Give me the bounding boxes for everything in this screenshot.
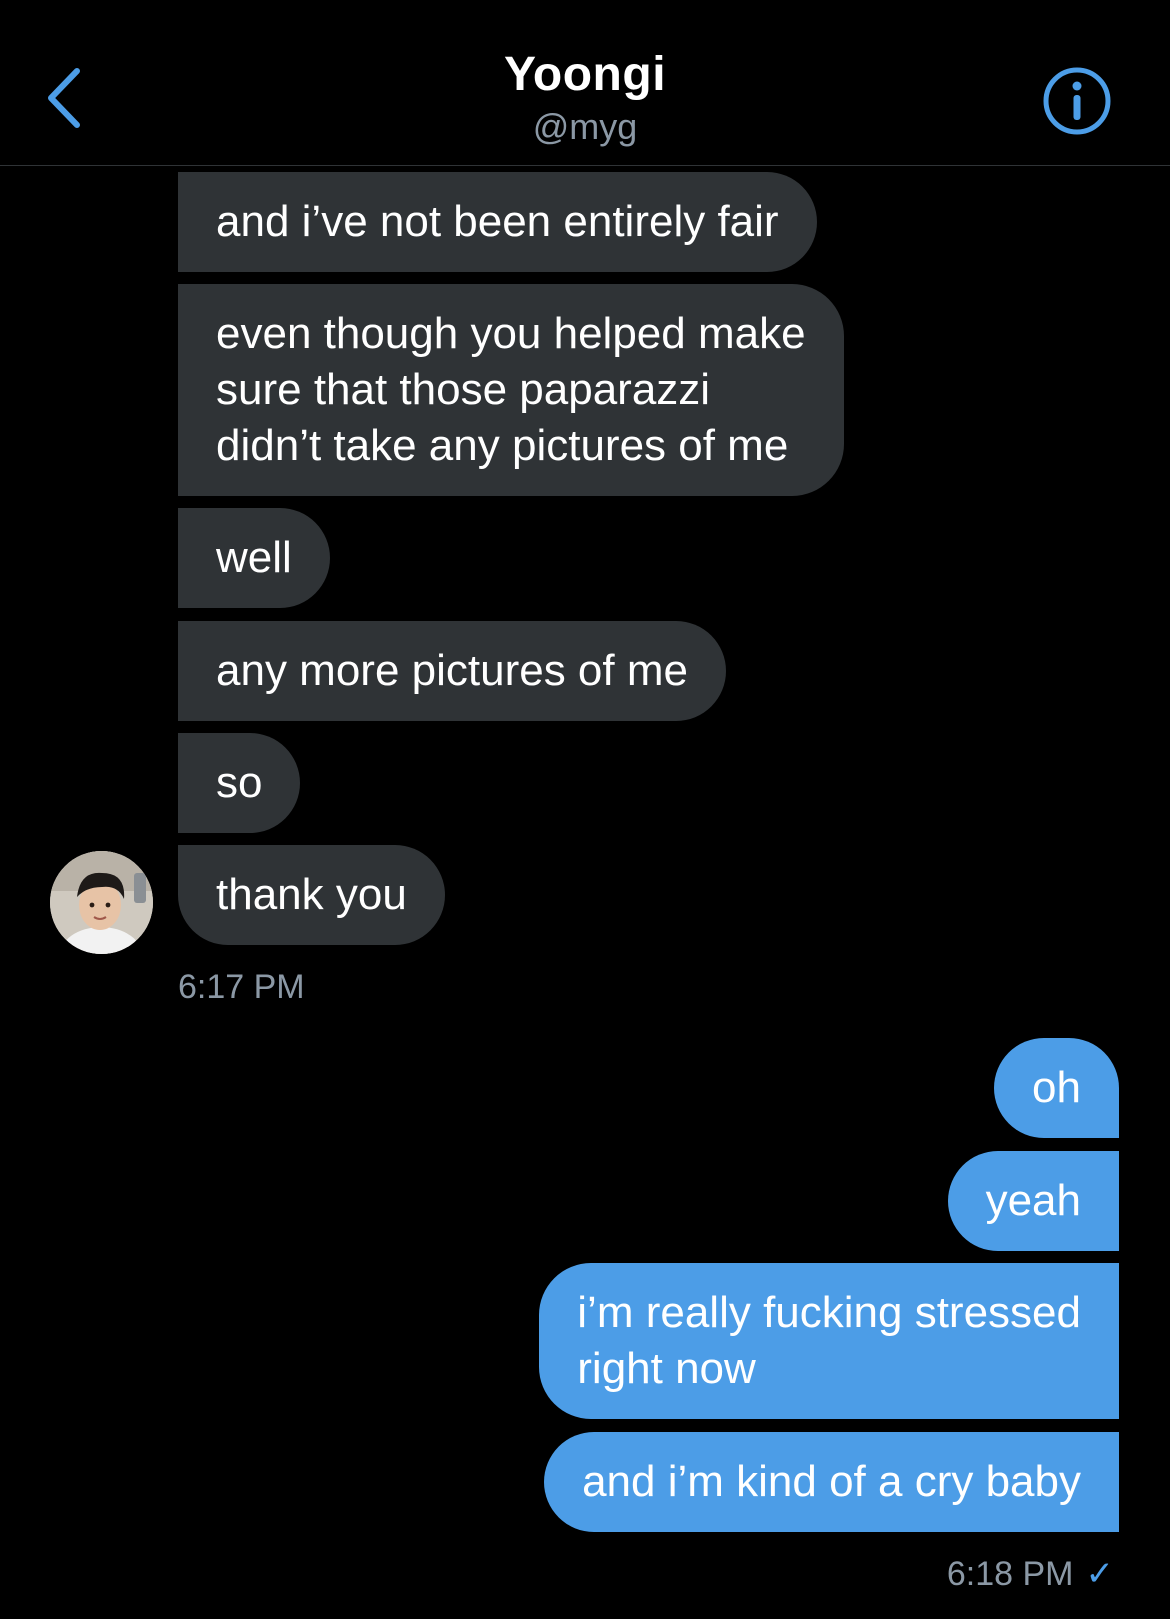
message-text-line: even though you helped make [216,309,806,358]
checkmark-icon: ✓ [1085,1555,1115,1593]
conversation-header: Yoongi @myg [0,0,1170,166]
sent-message[interactable]: oh [994,1038,1119,1138]
message-text-line: i’m really fucking stressed [577,1288,1081,1337]
message-text: yeah [985,1176,1081,1225]
sent-message[interactable]: and i’m kind of a cry baby [544,1432,1119,1532]
message-text: well [216,533,292,582]
dm-screen: Yoongi @myg and i’ve not been entirely f… [0,0,1170,1619]
message-text: thank you [216,870,407,919]
contact-info[interactable]: Yoongi @myg [0,44,1170,148]
sent-timestamp: 6:18 PM [946,1555,1074,1593]
message-text: and i’ve not been entirely fair [216,197,779,246]
contact-name: Yoongi [503,48,667,101]
received-message[interactable]: any more pictures of me [178,621,726,721]
received-message[interactable]: even though you helped make sure that th… [178,284,844,496]
sent-message[interactable]: i’m really fucking stressed right now [539,1263,1119,1419]
message-text-line: sure that those paparazzi [216,365,711,414]
sent-timestamp-row: 6:18 PM ✓ [947,1554,1114,1594]
sent-message[interactable]: yeah [947,1151,1119,1251]
message-text: and i’m kind of a cry baby [582,1457,1081,1506]
avatar-image [50,851,153,954]
info-button[interactable] [1042,66,1112,136]
received-message[interactable]: well [178,508,330,608]
info-circle-icon [1043,67,1111,135]
received-message[interactable]: thank you [178,845,445,945]
message-text: so [216,758,263,807]
received-timestamp: 6:17 PM [178,968,305,1006]
received-message[interactable]: so [178,733,301,833]
received-message[interactable]: and i’ve not been entirely fair [178,172,817,272]
contact-handle: @myg [532,106,638,147]
message-text: any more pictures of me [216,646,688,695]
message-text-line: right now [577,1344,756,1393]
contact-avatar[interactable] [50,851,153,954]
message-text: oh [1032,1063,1081,1112]
message-text-line: didn’t take any pictures of me [216,421,789,470]
